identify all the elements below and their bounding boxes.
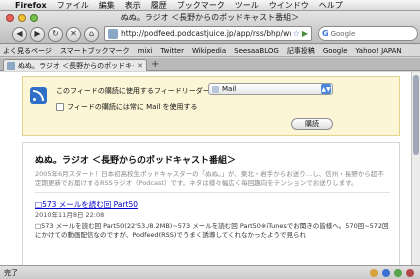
search-input[interactable]: Google — [331, 30, 356, 38]
subscribe-button[interactable]: 購読 — [291, 118, 333, 130]
status-text: 完了 — [4, 268, 18, 277]
bookmark-mixi[interactable]: mixi — [138, 47, 153, 55]
bookmark-yahoo-japan[interactable]: Yahoo! JAPAN — [356, 47, 402, 55]
tab-bar: ぬぬ。ラジオ ＜長野からのポッドキャ... ✕ + — [0, 58, 420, 71]
always-use-checkbox[interactable] — [56, 103, 64, 111]
entry-date: 2010年11月8日 22:08 — [35, 211, 105, 219]
menu-app-firefox[interactable]: Firefox — [15, 0, 47, 11]
bookmark-google[interactable]: Google — [323, 47, 348, 55]
bookmark-post-article[interactable]: 記事投稿 — [287, 46, 315, 56]
page-content: このフィードの購読に使用するフィードリーダー: Mail ▲▼ フィードの購読に… — [0, 72, 411, 265]
address-bar[interactable]: http://podfeed.podcastjuice.jp/app/rss/b… — [104, 26, 312, 41]
feed-description: 2005年6月スタート！日本初高校生ポッドキャスターの「ぬぬ。」が、東北・岩手か… — [35, 170, 384, 187]
window-title: ぬぬ。ラジオ ＜長野からのポッドキャスト番組＞ — [120, 13, 300, 22]
stop-icon: ✕ — [70, 29, 77, 38]
feed-reader-label: このフィードの購読に使用するフィードリーダー: — [56, 87, 213, 95]
select-arrows-icon: ▲▼ — [321, 84, 331, 94]
reload-icon: ↻ — [52, 29, 59, 38]
search-box[interactable]: G Google — [318, 26, 418, 41]
stop-button[interactable]: ✕ — [66, 26, 81, 42]
menu-bookmarks[interactable]: ブックマーク — [177, 0, 225, 11]
back-button[interactable]: ◀ — [12, 26, 27, 42]
status-icons — [370, 268, 414, 277]
feed-body: ぬぬ。ラジオ ＜長野からのポッドキャスト番組＞ 2005年6月スタート！日本初高… — [22, 142, 400, 265]
google-search-engine-icon[interactable]: G — [322, 29, 329, 38]
home-icon: ⌂ — [88, 29, 95, 38]
site-favicon-icon — [108, 28, 118, 39]
sync-status-icon[interactable] — [382, 268, 390, 277]
tab-label: ぬぬ。ラジオ ＜長野からのポッドキャ... — [18, 61, 135, 70]
new-tab-button[interactable]: + — [151, 59, 159, 70]
entry-body: □573 メールを読む回 Part50(22'53./8.2MB)~573 メー… — [35, 222, 389, 239]
feed-reader-select[interactable]: Mail ▲▼ — [208, 83, 333, 95]
feed-title: ぬぬ。ラジオ ＜長野からのポッドキャスト番組＞ — [35, 156, 236, 166]
always-use-label: フィードの購読には常に Mail を使用する — [67, 103, 198, 111]
menu-file[interactable]: ファイル — [57, 0, 89, 11]
navigation-toolbar: ◀ ▶ ↻ ✕ ⌂ http://podfeed.podcastjuice.jp… — [0, 24, 420, 44]
tab-active[interactable]: ぬぬ。ラジオ ＜長野からのポッドキャ... ✕ — [3, 59, 147, 71]
bookmark-star-icon[interactable]: ☆ — [293, 29, 300, 38]
rss-feed-icon — [30, 87, 47, 104]
forward-arrow-icon: ▶ — [34, 29, 41, 38]
feed-subscribe-box: このフィードの購読に使用するフィードリーダー: Mail ▲▼ フィードの購読に… — [22, 76, 400, 136]
reload-button[interactable]: ↻ — [48, 26, 63, 42]
menu-history[interactable]: 履歴 — [151, 0, 167, 11]
feed-reader-value: Mail — [222, 85, 237, 93]
back-arrow-icon: ◀ — [16, 29, 23, 38]
menu-bar: Firefox ファイル 編集 表示 履歴 ブックマーク ツール ウインドウ ヘ… — [0, 0, 420, 11]
tab-close-icon[interactable]: ✕ — [137, 62, 143, 70]
bookmark-twitter[interactable]: Twitter — [161, 47, 184, 55]
tab-favicon-icon — [7, 61, 15, 70]
bookmark-wikipedia[interactable]: Wikipedia — [192, 47, 226, 55]
menu-window[interactable]: ウインドウ — [269, 0, 309, 11]
notification-status-icon[interactable] — [406, 268, 414, 277]
vertical-scrollbar[interactable] — [411, 72, 420, 265]
menu-view[interactable]: 表示 — [125, 0, 141, 11]
bookmarks-toolbar: よく見るページ スマートブックマーク mixi Twitter Wikipedi… — [0, 45, 420, 57]
status-bar: 完了 — [0, 265, 420, 279]
browser-toolbar-area: ぬぬ。ラジオ ＜長野からのポッドキャスト番組＞ ◀ ▶ ↻ ✕ ⌂ http:/… — [0, 11, 420, 44]
menu-edit[interactable]: 編集 — [99, 0, 115, 11]
bookmark-smart-bookmarks[interactable]: スマートブックマーク — [60, 46, 130, 56]
menu-help[interactable]: ヘルプ — [319, 0, 343, 11]
forward-button[interactable]: ▶ — [30, 26, 45, 42]
bookmark-seesaablog[interactable]: SeesaaBLOG — [234, 47, 279, 55]
address-url[interactable]: http://podfeed.podcastjuice.jp/app/rss/b… — [121, 29, 291, 38]
security-status-icon[interactable] — [394, 268, 402, 277]
menu-tools[interactable]: ツール — [235, 0, 259, 11]
home-button[interactable]: ⌂ — [84, 26, 99, 42]
always-use-checkbox-row[interactable]: フィードの購読には常に Mail を使用する — [56, 102, 198, 112]
go-arrow-icon[interactable]: ▶ — [302, 29, 308, 38]
addon-status-icon[interactable] — [370, 268, 378, 277]
mail-app-icon — [212, 85, 219, 93]
bookmark-most-visited[interactable]: よく見るページ — [3, 46, 52, 56]
divider — [35, 192, 390, 193]
scrollbar-thumb[interactable] — [413, 75, 419, 155]
